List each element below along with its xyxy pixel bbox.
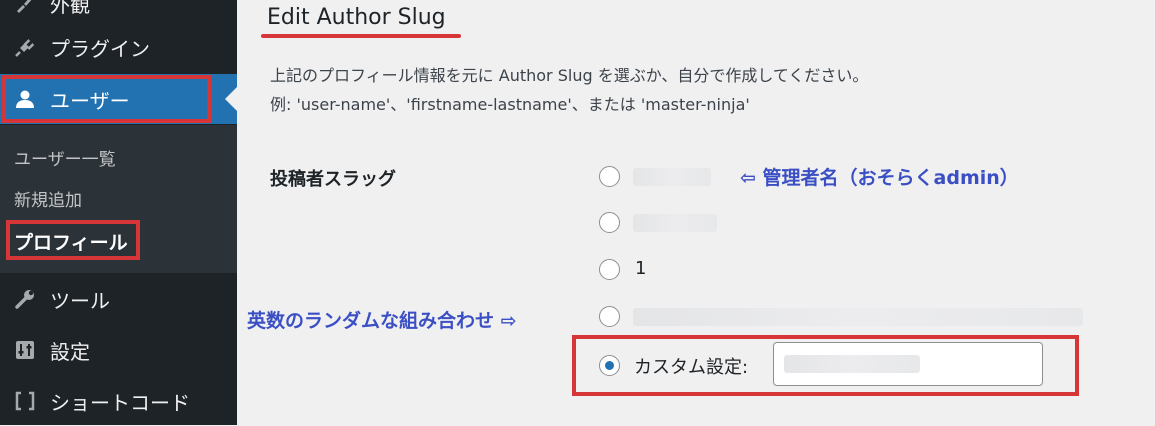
sidebar-item-users[interactable]: ユーザー xyxy=(0,74,237,124)
sidebar-item-label: 設定 xyxy=(50,339,90,364)
user-icon xyxy=(12,86,38,112)
sidebar-item-settings[interactable]: 設定 xyxy=(0,325,237,375)
section-description: 上記のプロフィール情報を元に Author Slug を選ぶか、自分で作成してく… xyxy=(270,66,869,85)
submenu-item-all-users[interactable]: ユーザー一覧 xyxy=(14,145,116,170)
custom-slug-input[interactable] xyxy=(773,342,1043,386)
submenu-item-add-new[interactable]: 新規追加 xyxy=(14,186,82,211)
section-title: Edit Author Slug xyxy=(267,5,446,30)
sidebar-item-plugins[interactable]: プラグイン xyxy=(0,22,237,72)
brackets-icon xyxy=(12,388,38,414)
admin-name-annotation: ⇦ 管理者名（おそらくadmin） xyxy=(740,167,1019,189)
slug-option-radio-2[interactable] xyxy=(599,212,620,233)
wrench-icon xyxy=(12,286,38,312)
blurred-username xyxy=(633,168,711,186)
sidebar-item-label: プラグイン xyxy=(50,36,150,61)
sidebar-item-label: ユーザー xyxy=(50,88,130,113)
plugin-icon xyxy=(12,34,38,60)
submenu-item-profile[interactable]: プロフィール xyxy=(14,228,128,255)
blurred-custom-slug xyxy=(784,355,920,373)
title-underline xyxy=(261,34,461,38)
admin-sidebar: 外観 プラグイン ユーザー ユーザー一覧 新規追加 プロフィール ツール 設定 … xyxy=(0,0,237,425)
slug-option-radio-1[interactable] xyxy=(599,166,620,187)
main-content: Edit Author Slug 上記のプロフィール情報を元に Author S… xyxy=(237,0,1155,425)
brush-icon xyxy=(12,0,38,16)
blurred-nickname xyxy=(633,214,717,232)
custom-setting-label: カスタム設定: xyxy=(634,357,749,378)
slug-option-radio-3[interactable] xyxy=(599,259,620,280)
sidebar-item-label: ツール xyxy=(50,288,110,313)
slug-option-radio-4[interactable] xyxy=(599,306,620,327)
slug-option-text-3: 1 xyxy=(635,258,647,279)
random-combo-annotation: 英数のランダムな組み合わせ ⇨ xyxy=(247,310,517,332)
users-submenu: ユーザー一覧 新規追加 プロフィール xyxy=(0,125,237,273)
sidebar-item-shortcodes[interactable]: ショートコード xyxy=(0,376,237,426)
sidebar-item-label: ショートコード xyxy=(50,390,190,415)
settings-icon xyxy=(12,337,38,363)
sidebar-item-tools[interactable]: ツール xyxy=(0,274,237,324)
sidebar-item-label: 外観 xyxy=(50,0,90,17)
section-example: 例: 'user-name'、'firstname-lastname'、または … xyxy=(270,95,750,114)
slug-option-radio-custom[interactable] xyxy=(599,355,620,376)
author-slug-label: 投稿者スラッグ xyxy=(270,169,396,190)
blurred-random-hash xyxy=(633,308,1083,326)
